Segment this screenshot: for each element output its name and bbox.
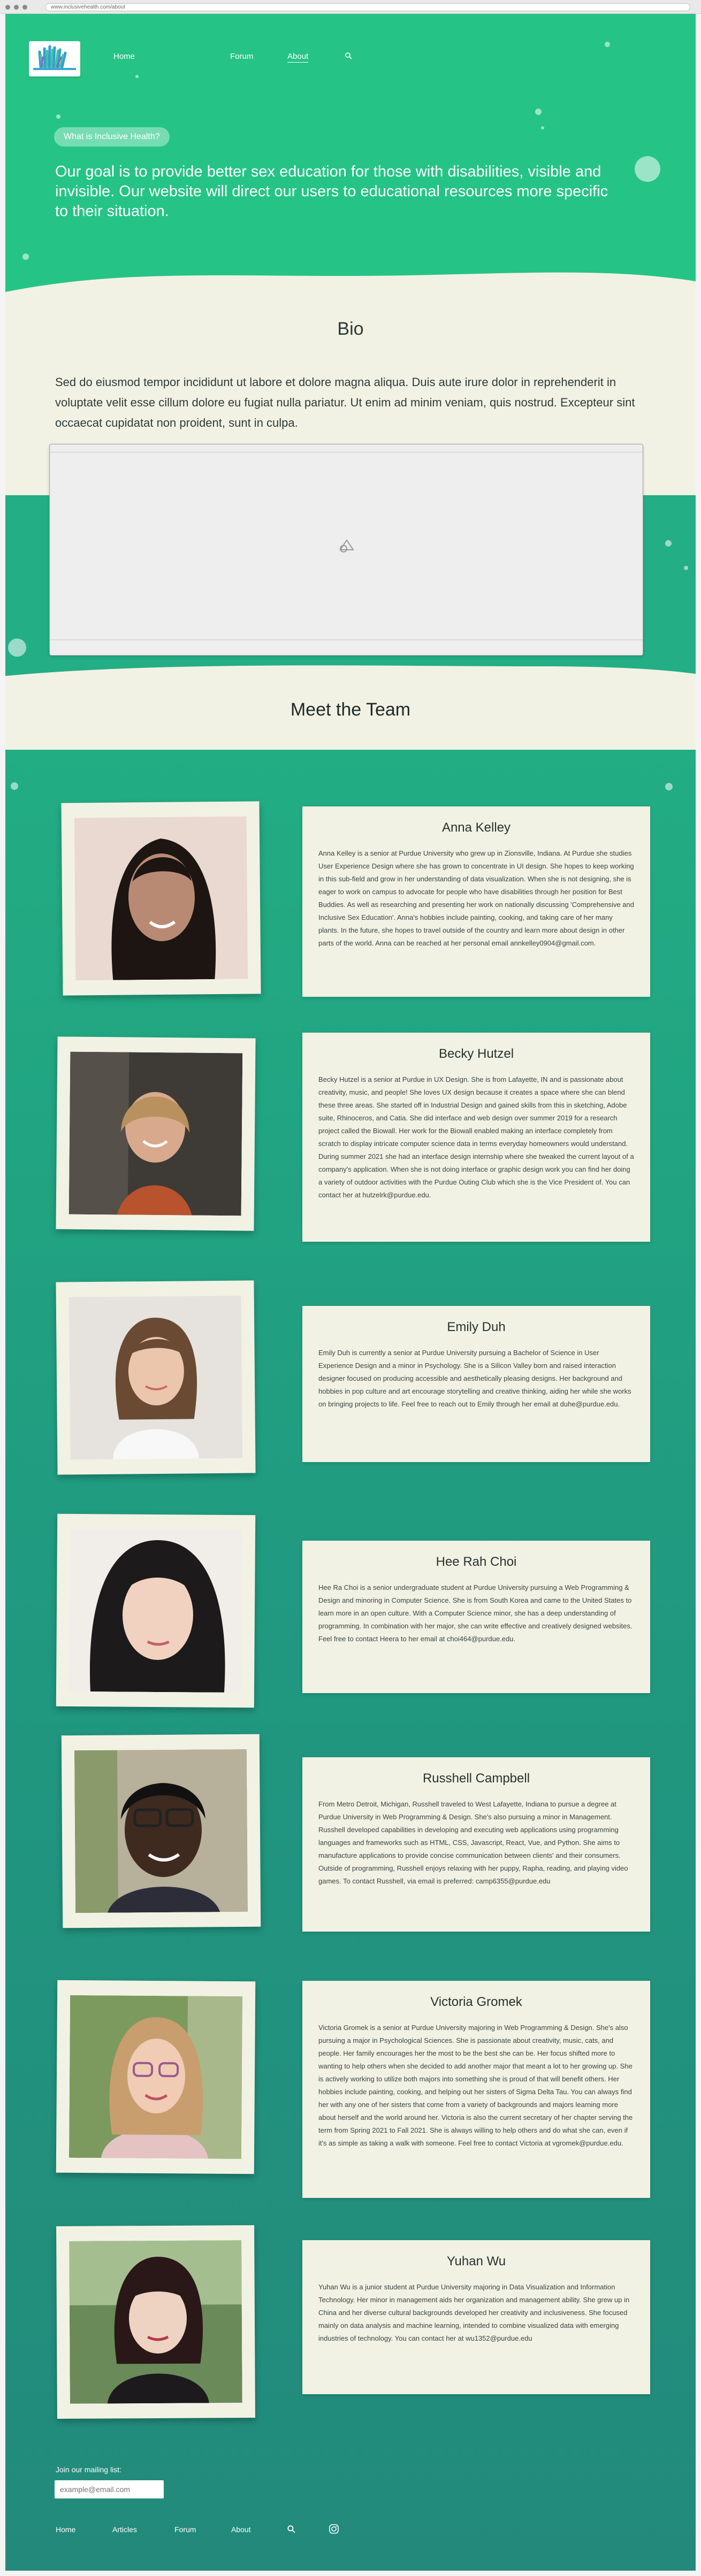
decor-bubble	[635, 156, 660, 182]
member-bio: Becky Hutzel is a senior at Purdue in UX…	[318, 1075, 634, 1199]
browser-toolbar: www.inclusivehealth.com/about	[0, 0, 701, 14]
member-photo	[68, 1051, 243, 1216]
bio-text: Sed do eiusmod tempor incididunt ut labo…	[55, 375, 635, 429]
member-bio: Anna Kelley is a senior at Purdue Univer…	[318, 849, 634, 947]
nav-forum[interactable]: Forum	[230, 52, 253, 61]
member-bio-card: Becky Hutzel Becky Hutzel is a senior at…	[302, 1033, 650, 1242]
decor-bubble	[684, 566, 688, 570]
member-photo-card	[56, 1036, 256, 1231]
logo[interactable]	[29, 41, 80, 76]
member-bio-card: Yuhan Wu Yuhan Wu is a junior student at…	[302, 2240, 650, 2394]
member-photo-card	[56, 1513, 256, 1708]
member-photo-card	[56, 1980, 256, 2174]
member-photo	[68, 1528, 243, 1693]
member-name: Emily Duh	[447, 1320, 506, 1334]
member-bio: Victoria Gromek is a senior at Purdue Un…	[318, 2024, 633, 2147]
decor-bubble	[135, 75, 139, 78]
member-name: Victoria Gromek	[430, 1995, 522, 2009]
search-icon[interactable]	[287, 2525, 295, 2533]
member-name: Yuhan Wu	[446, 2254, 506, 2269]
footer-link-articles[interactable]: Articles	[112, 2525, 137, 2534]
decor-bubble	[22, 253, 29, 260]
team-title: Meet the Team	[290, 699, 411, 720]
member-photo-card	[61, 1734, 261, 1928]
instagram-icon[interactable]	[329, 2524, 339, 2534]
member-photo	[69, 2240, 242, 2404]
goal-statement: Our goal is to provide better sex educat…	[55, 163, 608, 220]
search-icon[interactable]	[345, 52, 352, 59]
decor-bubble	[56, 114, 60, 119]
member-photo-card	[61, 801, 261, 996]
member-bio: From Metro Detroit, Michigan, Russhell t…	[318, 1800, 628, 1885]
nav-about[interactable]: About	[287, 52, 309, 63]
member-name: Russhell Campbell	[422, 1771, 530, 1786]
member-bio-card: Hee Rah Choi Hee Ra Choi is a senior und…	[302, 1541, 650, 1693]
decor-bubble	[8, 639, 26, 657]
member-photo	[68, 1295, 243, 1460]
nav-home[interactable]: Home	[113, 52, 135, 61]
decor-bubble	[665, 783, 673, 790]
decor-bubble	[665, 540, 672, 547]
member-photo-card	[56, 1280, 256, 1475]
video-play-icon[interactable]	[336, 536, 357, 554]
window-maximize-dot[interactable]	[22, 5, 27, 10]
member-photo	[68, 1995, 243, 2159]
member-bio-card: Anna Kelley Anna Kelley is a senior at P…	[302, 806, 650, 997]
decor-bubble	[11, 782, 18, 790]
what-is-inclusive-health-button[interactable]: What is Inclusive Health?	[54, 127, 170, 147]
member-bio: Hee Ra Choi is a senior undergraduate st…	[318, 1583, 633, 1643]
email-input[interactable]	[55, 2480, 164, 2498]
decor-bubble	[605, 42, 610, 47]
member-bio-card: Russhell Campbell From Metro Detroit, Mi…	[302, 1757, 650, 1932]
address-bar[interactable]: www.inclusivehealth.com/about	[45, 3, 690, 11]
mailing-list-label: Join our mailing list:	[56, 2465, 121, 2474]
member-name: Hee Rah Choi	[436, 1555, 517, 1569]
member-name: Anna Kelley	[441, 820, 511, 835]
footer-link-about[interactable]: About	[231, 2525, 251, 2534]
hero-section: Home Forum About What is Inclusive Healt…	[5, 14, 696, 292]
member-bio: Yuhan Wu is a junior student at Purdue U…	[318, 2283, 630, 2342]
decor-bubble	[535, 109, 542, 115]
member-photo	[74, 816, 248, 981]
video-player[interactable]	[49, 444, 643, 656]
member-bio-card: Emily Duh Emily Duh is currently a senio…	[302, 1306, 650, 1462]
bio-title: Bio	[337, 319, 364, 339]
member-bio-card: Victoria Gromek Victoria Gromek is a sen…	[302, 1981, 650, 2198]
member-photo-card	[56, 2225, 255, 2419]
member-photo	[74, 1749, 248, 1913]
member-bio: Emily Duh is currently a senior at Purdu…	[318, 1349, 631, 1408]
decor-bubble	[541, 126, 544, 129]
footer-link-forum[interactable]: Forum	[174, 2525, 196, 2534]
footer-link-home[interactable]: Home	[56, 2525, 75, 2534]
page: Home Forum About What is Inclusive Healt…	[5, 14, 696, 2571]
window-close-dot[interactable]	[5, 5, 10, 10]
member-name: Becky Hutzel	[438, 1047, 514, 1061]
window-minimize-dot[interactable]	[14, 5, 19, 10]
